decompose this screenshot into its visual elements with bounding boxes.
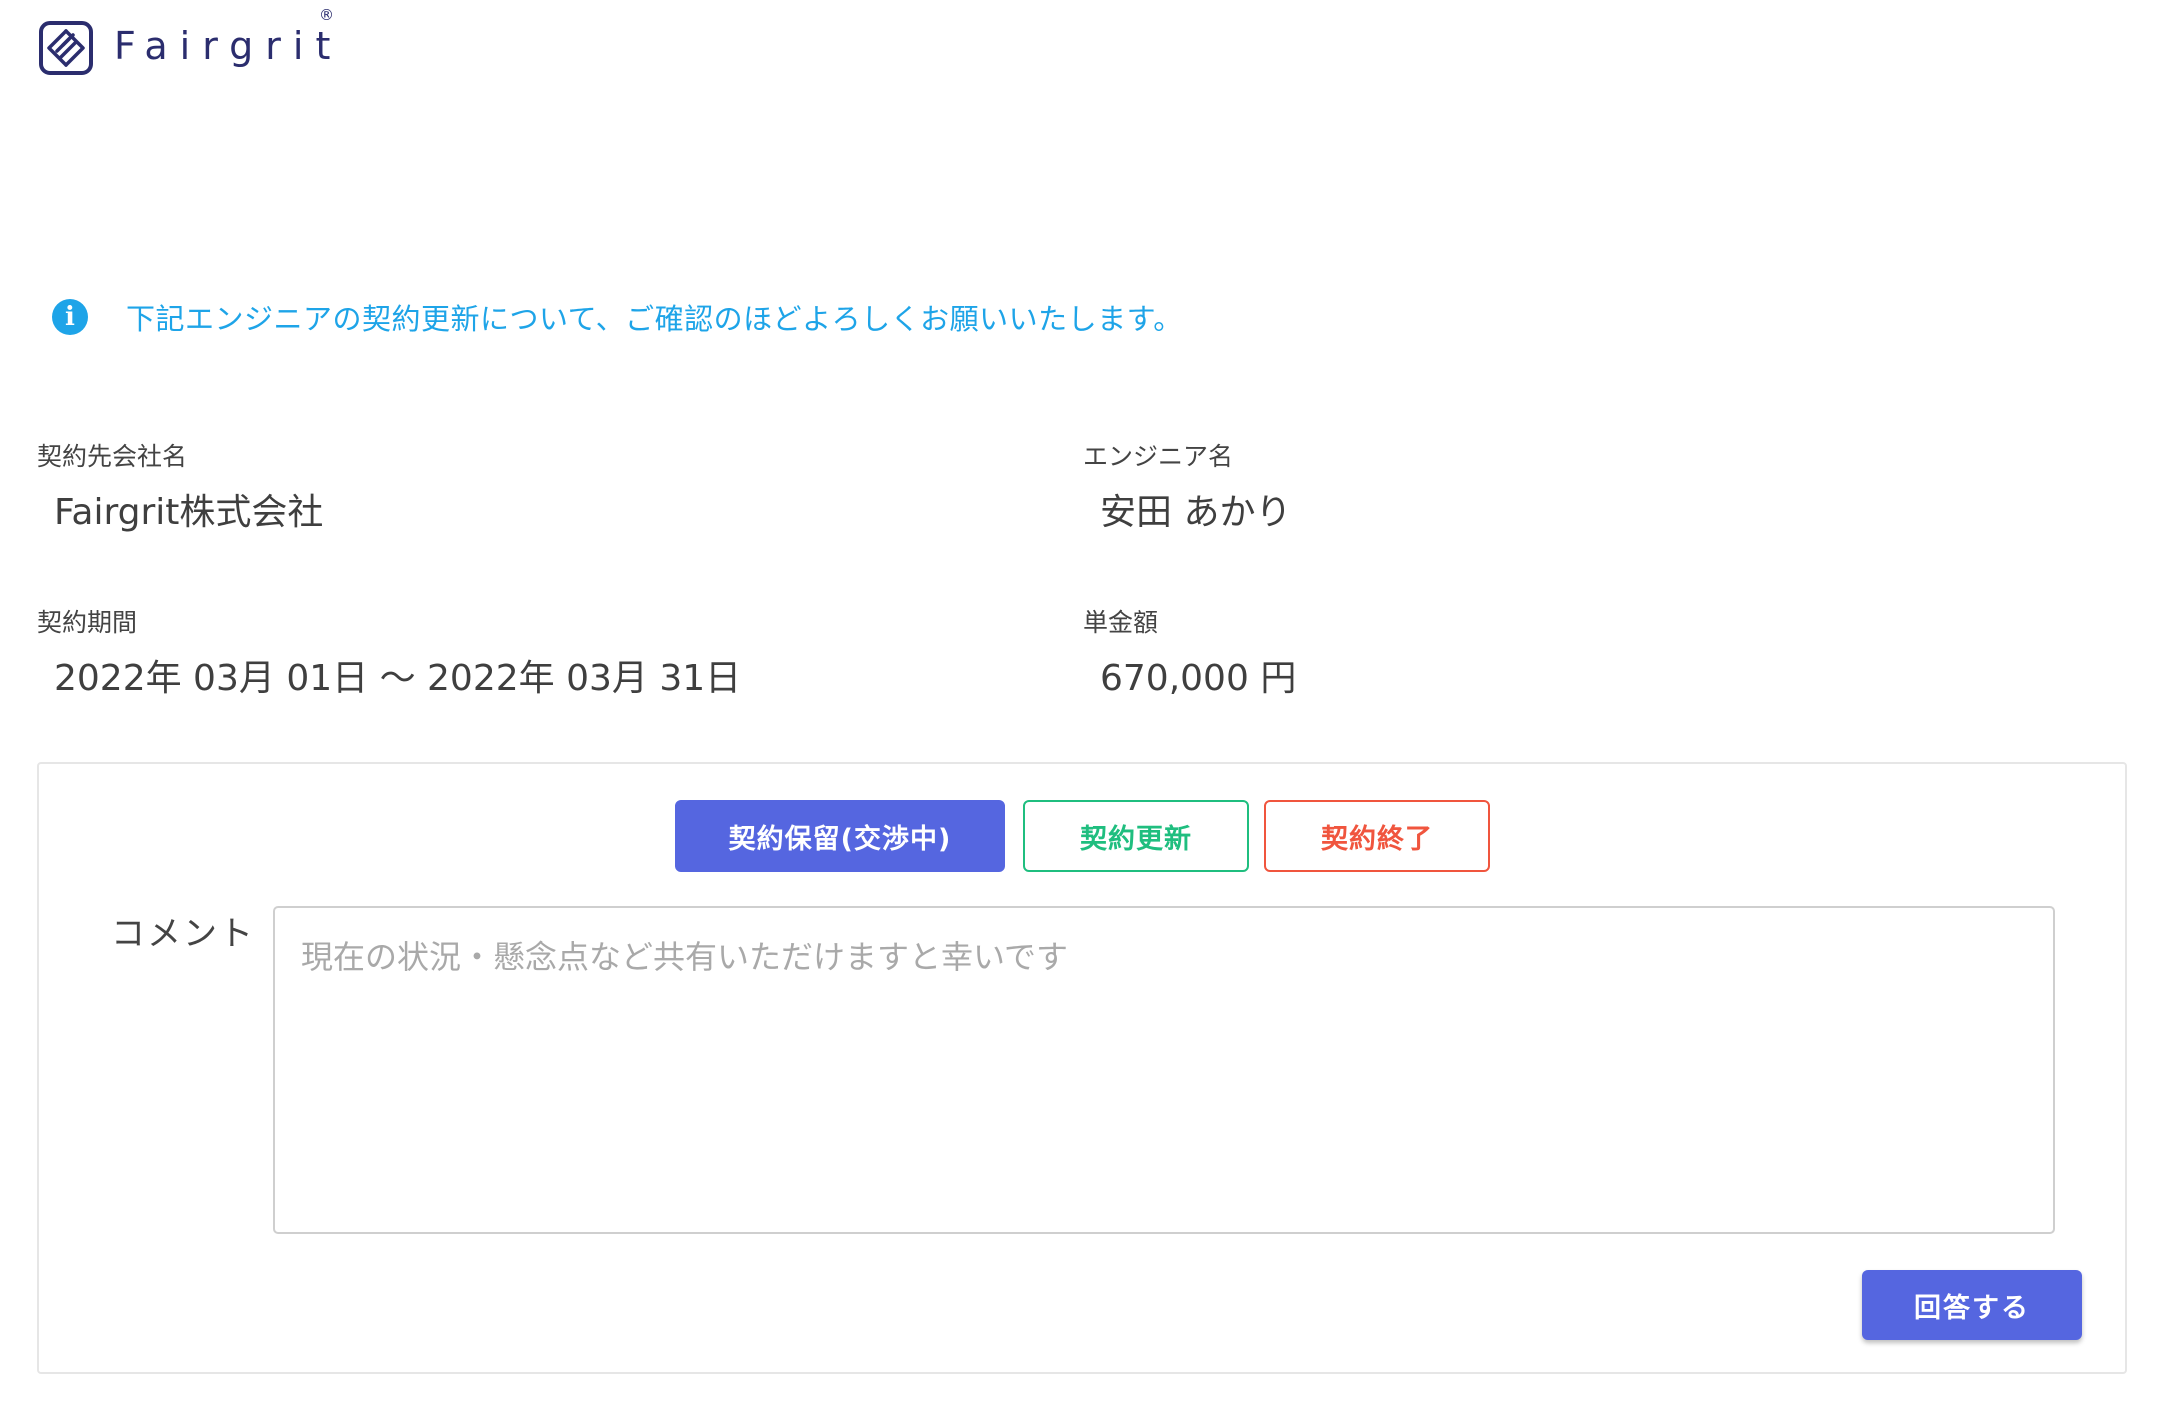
contract-hold-button[interactable]: 契約保留(交渉中) — [675, 800, 1005, 872]
rate-field: 単金額 670,000 円 — [1083, 603, 1296, 701]
submit-answer-button[interactable]: 回答する — [1862, 1270, 2082, 1340]
company-value: Fairgrit株式会社 — [54, 492, 324, 533]
info-notice-text: 下記エンジニアの契約更新について、ご確認のほどよろしくお願いいたします。 — [126, 302, 1183, 336]
company-field: 契約先会社名 Fairgrit株式会社 — [37, 437, 323, 535]
engineer-label: エンジニア名 — [1083, 442, 1234, 471]
rate-value: 670,000 円 — [1100, 658, 1297, 699]
brand-logo[interactable]: Fairgrit — [38, 20, 342, 76]
fairgrit-logo-icon — [39, 21, 93, 75]
brand-name: Fairgrit — [114, 24, 343, 68]
contract-renew-button[interactable]: 契約更新 — [1023, 800, 1249, 872]
comment-label: コメント — [111, 914, 255, 954]
contract-end-button[interactable]: 契約終了 — [1264, 800, 1490, 872]
comment-textarea[interactable] — [273, 906, 2055, 1234]
response-panel: 契約保留(交渉中) 契約更新 契約終了 コメント 回答する — [37, 762, 2127, 1374]
engineer-field: エンジニア名 安田 あかり — [1083, 437, 1291, 535]
rate-label: 単金額 — [1083, 608, 1159, 637]
registered-mark: ® — [319, 6, 334, 24]
company-label: 契約先会社名 — [37, 442, 188, 471]
info-icon: i — [52, 299, 88, 335]
engineer-value: 安田 あかり — [1100, 492, 1292, 533]
period-label: 契約期間 — [37, 608, 138, 637]
period-value: 2022年 03月 01日 ～ 2022年 03月 31日 — [54, 658, 742, 699]
info-notice: i 下記エンジニアの契約更新について、ご確認のほどよろしくお願いいたします。 — [52, 296, 1183, 338]
period-field: 契約期間 2022年 03月 01日 ～ 2022年 03月 31日 — [37, 603, 741, 701]
